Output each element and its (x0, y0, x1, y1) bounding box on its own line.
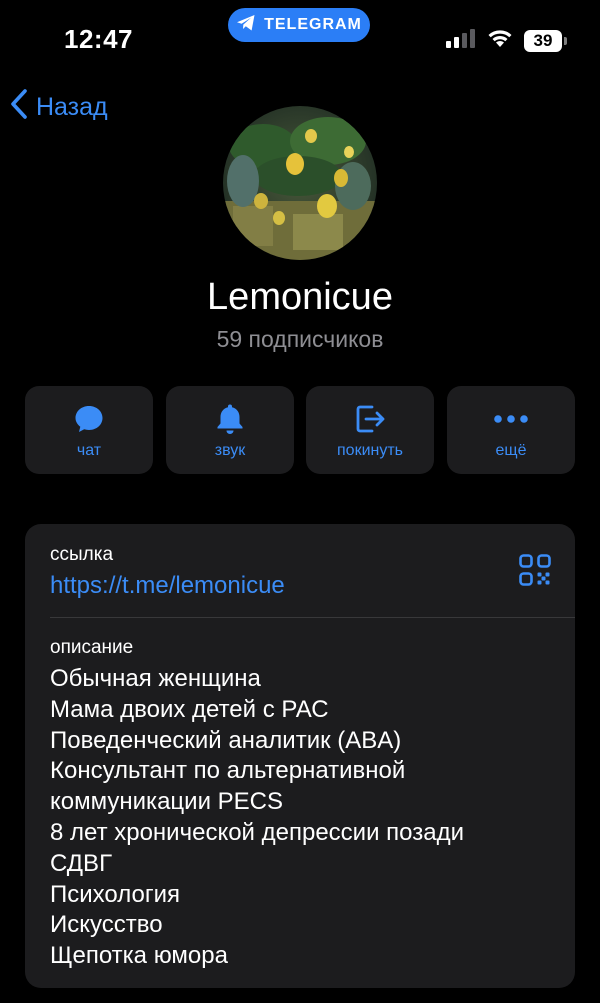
more-button-label: ещё (495, 442, 527, 459)
description-line: коммуникации PECS (50, 788, 284, 816)
subscriber-count: 59 подписчиков (216, 326, 384, 352)
back-label: Назад (36, 93, 108, 121)
leave-button[interactable]: покинуть (306, 386, 434, 474)
action-buttons: чат звук покинуть ещё (25, 386, 575, 474)
sound-button-label: звук (214, 442, 246, 459)
leave-button-label: покинуть (337, 442, 403, 459)
description-line: Обычная женщина (50, 665, 261, 692)
channel-link[interactable]: https://t.me/lemonicue (50, 572, 285, 600)
more-button[interactable]: ещё (447, 386, 575, 474)
description-line: Щепотка юмора (50, 942, 228, 970)
more-dots-icon (494, 402, 528, 436)
description-line: Поведенческий аналитик (ABA) (50, 726, 402, 754)
telegram-pill-label: TELEGRAM (264, 16, 362, 33)
description-line: 8 лет хронической депрессии позади (50, 818, 464, 846)
description-line: Мама двоих детей с РАС (50, 695, 329, 723)
chat-button-label: чат (76, 442, 102, 459)
battery-indicator: 39 (524, 29, 567, 52)
status-time: 12:47 (64, 24, 133, 54)
chat-bubble-icon (74, 402, 104, 436)
description-line: Консультант по альтернативной (50, 757, 406, 785)
qr-code-icon (519, 554, 551, 590)
description-caption: описание (50, 637, 134, 658)
chat-button[interactable]: чат (25, 386, 153, 474)
sound-button[interactable]: звук (166, 386, 294, 474)
channel-name: Lemonicue (207, 276, 393, 318)
card-divider (50, 617, 575, 618)
bell-icon (216, 402, 244, 436)
back-button[interactable]: Назад (10, 88, 108, 127)
channel-description: Обычная женщина Мама двоих детей с РАС П… (50, 664, 560, 972)
telegram-pill[interactable]: TELEGRAM (228, 8, 370, 42)
telegram-plane-icon (236, 14, 256, 37)
status-icons: 39 (446, 28, 567, 53)
wifi-icon (486, 28, 514, 53)
description-line: СДВГ (50, 849, 113, 877)
leave-icon (354, 402, 386, 436)
chevron-left-icon (10, 88, 28, 127)
qr-code-button[interactable] (519, 554, 551, 591)
description-line: Искусство (50, 911, 163, 939)
signal-icon (446, 28, 476, 53)
channel-avatar[interactable] (223, 106, 377, 260)
description-line: Психология (50, 880, 180, 908)
link-caption: ссылка (50, 544, 114, 565)
info-card: ссылка https://t.me/lemonicue описание О… (25, 524, 575, 988)
